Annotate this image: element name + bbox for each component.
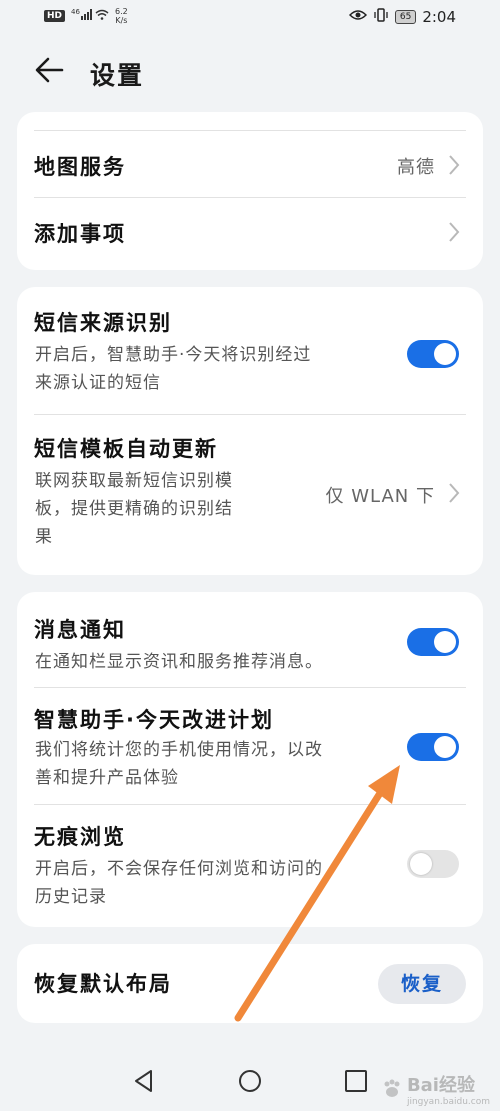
speed-unit: K/s [115, 15, 128, 25]
message-notification-toggle[interactable] [407, 628, 459, 656]
row-title: 短信来源识别 [34, 311, 172, 335]
row-value: 高德 [397, 157, 435, 178]
toggle-knob [434, 631, 456, 653]
status-time: 2:04 [422, 8, 456, 26]
desc-line: 在通知栏显示资讯和服务推荐消息。 [35, 652, 323, 672]
desc-line: 善和提升产品体验 [35, 768, 179, 788]
row-title: 恢复默认布局 [34, 972, 172, 996]
paw-icon [384, 1079, 400, 1097]
toggle-knob [410, 853, 432, 875]
toggle-knob [434, 736, 456, 758]
nav-back-icon[interactable] [131, 1068, 157, 1094]
desc-line: 我们将统计您的手机使用情况，以改 [35, 740, 323, 760]
row-title: 无痕浏览 [34, 825, 126, 849]
watermark-text: Bai经验 [406, 1075, 475, 1096]
nav-recents-icon[interactable] [343, 1068, 369, 1094]
app-header: 设置 [0, 40, 500, 110]
back-arrow-icon[interactable] [32, 50, 72, 90]
row-map-service[interactable]: 地图服务 高德 [17, 131, 483, 197]
row-description: 开启后，不会保存任何浏览和访问的 历史记录 [35, 855, 323, 911]
card-notifications: 消息通知 在通知栏显示资讯和服务推荐消息。 智慧助手·今天改进计划 我们将统计您… [17, 592, 483, 927]
row-description: 联网获取最新短信识别模 板，提供更精确的识别结 果 [35, 467, 305, 551]
network-speed: 6.2 K/s [115, 7, 128, 25]
restore-button[interactable]: 恢复 [378, 964, 466, 1004]
vibrate-icon [373, 7, 389, 27]
row-title: 消息通知 [34, 618, 126, 642]
desc-line: 板，提供更精确的识别结 [35, 499, 233, 519]
svg-text:46: 46 [71, 8, 80, 16]
card-sms: 短信来源识别 开启后，智慧助手·今天将识别经过 来源认证的短信 短信模板自动更新… [17, 287, 483, 575]
status-bar: HD 46 6.2 K/s 65 2:04 [0, 0, 500, 34]
nav-home-icon[interactable] [237, 1068, 263, 1094]
sms-source-id-toggle[interactable] [407, 340, 459, 368]
watermark-sub: jingyan.baidu.com [406, 1097, 490, 1107]
row-message-notification: 消息通知 在通知栏显示资讯和服务推荐消息。 [17, 592, 483, 687]
card-restore-layout: 恢复默认布局 恢复 [17, 944, 483, 1023]
row-description: 我们将统计您的手机使用情况，以改 善和提升产品体验 [35, 736, 323, 792]
watermark-logo: Bai经验 jingyan.baidu.com [381, 1071, 490, 1107]
signal-icon: 46 [71, 6, 109, 25]
hd-badge: HD [44, 9, 66, 22]
speed-value: 6.2 [115, 6, 128, 16]
chevron-right-icon [449, 483, 460, 503]
desc-line: 果 [35, 527, 53, 547]
incognito-browsing-toggle[interactable] [407, 850, 459, 878]
row-improvement-plan: 智慧助手·今天改进计划 我们将统计您的手机使用情况，以改 善和提升产品体验 [17, 688, 483, 804]
row-sms-template-update[interactable]: 短信模板自动更新 联网获取最新短信识别模 板，提供更精确的识别结 果 仅 WLA… [17, 415, 483, 575]
eye-icon [348, 9, 367, 25]
row-title: 地图服务 [34, 155, 126, 179]
row-add-item[interactable]: 添加事项 [17, 198, 483, 268]
row-sms-source-id: 短信来源识别 开启后，智慧助手·今天将识别经过 来源认证的短信 [17, 287, 483, 414]
improvement-plan-toggle[interactable] [407, 733, 459, 761]
desc-line: 开启后，智慧助手·今天将识别经过 [35, 345, 312, 365]
row-title: 智慧助手·今天改进计划 [34, 708, 274, 732]
desc-line: 来源认证的短信 [35, 373, 161, 393]
desc-line: 联网获取最新短信识别模 [35, 471, 233, 491]
toggle-knob [434, 343, 456, 365]
desc-line: 开启后，不会保存任何浏览和访问的 [35, 859, 323, 879]
chevron-right-icon [449, 222, 460, 242]
row-incognito-browsing: 无痕浏览 开启后，不会保存任何浏览和访问的 历史记录 [17, 805, 483, 925]
row-value: 仅 WLAN 下 [325, 486, 435, 507]
row-title: 添加事项 [34, 222, 126, 246]
chevron-right-icon [449, 155, 460, 175]
row-description: 在通知栏显示资讯和服务推荐消息。 [35, 648, 323, 676]
page-title: 设置 [90, 61, 145, 90]
card-map-service: 地图服务 高德 添加事项 [17, 112, 483, 270]
battery-indicator: 65 [394, 10, 417, 24]
desc-line: 历史记录 [35, 887, 107, 907]
row-title: 短信模板自动更新 [34, 437, 218, 461]
row-description: 开启后，智慧助手·今天将识别经过 来源认证的短信 [35, 341, 311, 397]
